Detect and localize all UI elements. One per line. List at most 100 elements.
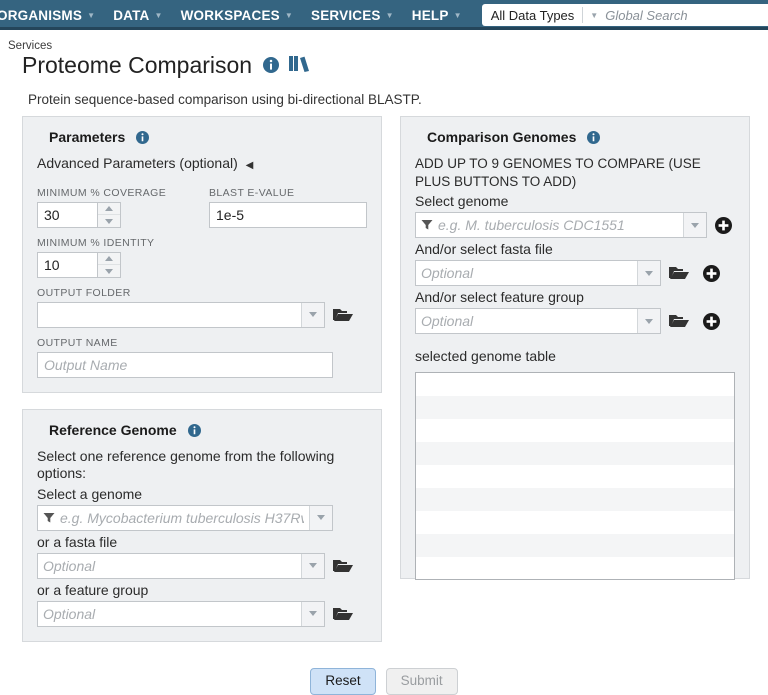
title-icons: [263, 55, 310, 77]
browse-folder-icon[interactable]: [333, 307, 353, 323]
comparison-fasta-combo[interactable]: [415, 260, 661, 287]
comparison-genome-combo[interactable]: [415, 212, 707, 239]
chevron-down-icon[interactable]: [637, 309, 660, 334]
chevron-down-icon[interactable]: [301, 601, 324, 626]
info-icon[interactable]: [129, 129, 150, 145]
min-coverage-stepper[interactable]: [37, 201, 121, 228]
table-row[interactable]: [416, 396, 734, 420]
search-input[interactable]: [605, 7, 768, 23]
comparison-genome-row: [415, 212, 735, 239]
output-folder-label: OUTPUT FOLDER: [37, 286, 131, 299]
submit-button[interactable]: Submit: [385, 667, 458, 695]
nav-item-services[interactable]: SERVICES ▼: [302, 8, 403, 23]
nav-item-organisms[interactable]: ORGANISMS ▼: [0, 8, 104, 23]
chevron-down-icon[interactable]: [683, 213, 706, 238]
table-row[interactable]: [416, 557, 734, 580]
table-row[interactable]: [416, 511, 734, 535]
reference-fasta-row: [37, 552, 367, 579]
table-row[interactable]: [416, 534, 734, 558]
stepper-down-button[interactable]: [98, 215, 120, 227]
min-coverage-input[interactable]: [37, 201, 97, 228]
comparison-feature-group-combo[interactable]: [415, 308, 661, 335]
info-icon[interactable]: [181, 422, 201, 438]
selected-genome-table[interactable]: [415, 372, 735, 581]
browse-folder-icon[interactable]: [669, 313, 689, 329]
reference-fasta-combo[interactable]: [37, 552, 325, 579]
triangle-left-icon: ◀: [245, 160, 254, 172]
min-identity-input[interactable]: [37, 251, 97, 278]
nav-item-help[interactable]: HELP ▼: [403, 8, 471, 23]
output-folder-input[interactable]: [38, 302, 301, 327]
form-actions: Reset Submit: [0, 667, 768, 695]
reference-genome-combo[interactable]: [37, 504, 333, 531]
nav-item-data[interactable]: DATA ▼: [104, 8, 171, 23]
output-name-input[interactable]: [37, 351, 333, 378]
reference-genome-input[interactable]: [55, 505, 309, 530]
comparison-genome-input[interactable]: [433, 213, 683, 238]
right-column: Comparison Genomes ADD UP TO 9 GENOMES T…: [400, 116, 750, 642]
books-icon[interactable]: [289, 55, 310, 77]
parameters-title-text: Parameters: [49, 129, 126, 146]
min-identity-stepper[interactable]: [37, 251, 121, 278]
parameters-panel-title: Parameters: [37, 129, 367, 145]
parameters-panel: Parameters Advanced Parameters (optional…: [22, 116, 382, 393]
browse-folder-icon[interactable]: [333, 606, 353, 622]
nav-menu: ORGANISMS ▼ DATA ▼ WORKSPACES ▼ SERVICES…: [0, 8, 471, 23]
chevron-down-icon: ▼: [284, 10, 293, 20]
search-data-type-label[interactable]: All Data Types: [482, 8, 583, 23]
chevron-down-icon: ▼: [385, 10, 394, 20]
add-genome-button[interactable]: [715, 216, 732, 234]
reference-feature-group-input[interactable]: [38, 601, 301, 626]
reference-fasta-input[interactable]: [38, 553, 301, 578]
add-fasta-button[interactable]: [703, 264, 720, 282]
chevron-down-icon[interactable]: [637, 261, 660, 286]
table-row[interactable]: [416, 419, 734, 443]
global-search-bar: All Data Types ▼: [481, 4, 768, 26]
nav-item-workspaces[interactable]: WORKSPACES ▼: [172, 8, 302, 23]
chevron-down-icon[interactable]: [301, 302, 324, 327]
chevron-down-icon[interactable]: [309, 505, 332, 530]
comparison-fasta-input[interactable]: [416, 261, 637, 286]
table-row[interactable]: [416, 373, 734, 397]
nav-item-label: DATA: [113, 7, 150, 23]
blast-evalue-label: BLAST E-VALUE: [209, 186, 295, 199]
table-row[interactable]: [416, 465, 734, 489]
stepper-buttons: [97, 251, 121, 278]
page-title: Proteome Comparison: [22, 52, 253, 78]
chevron-down-icon: ▼: [87, 10, 96, 20]
advanced-parameters-toggle[interactable]: Advanced Parameters (optional) ◀: [37, 155, 367, 173]
info-icon[interactable]: [263, 56, 280, 75]
browse-folder-icon[interactable]: [333, 558, 353, 574]
comparison-feature-group-row: [415, 308, 735, 335]
form-columns: Parameters Advanced Parameters (optional…: [0, 116, 768, 642]
stepper-down-button[interactable]: [98, 265, 120, 277]
comparison-select-genome-label: Select genome: [415, 193, 509, 210]
nav-item-label: HELP: [411, 7, 449, 23]
info-icon[interactable]: [580, 129, 601, 145]
chevron-down-icon[interactable]: [301, 553, 324, 578]
title-row: Proteome Comparison: [8, 52, 768, 78]
blast-evalue-input[interactable]: [209, 201, 367, 228]
chevron-down-icon: ▼: [154, 10, 163, 20]
comparison-fasta-row: [415, 260, 735, 287]
comparison-feature-group-input[interactable]: [416, 309, 637, 334]
add-feature-group-button[interactable]: [703, 312, 720, 330]
comparison-genomes-panel-title: Comparison Genomes: [415, 129, 735, 145]
browse-folder-icon[interactable]: [669, 265, 689, 281]
stepper-up-button[interactable]: [98, 253, 120, 266]
reference-feature-group-combo[interactable]: [37, 600, 325, 627]
reference-feature-group-row: [37, 600, 367, 627]
reference-fasta-label: or a fasta file: [37, 533, 118, 550]
output-folder-combo[interactable]: [37, 301, 325, 328]
table-row[interactable]: [416, 488, 734, 512]
comparison-genomes-title-text: Comparison Genomes: [427, 129, 577, 146]
reference-genome-panel-title: Reference Genome: [37, 422, 367, 438]
search-type-chevron-down-icon[interactable]: ▼: [583, 11, 605, 20]
stepper-up-button[interactable]: [98, 203, 120, 216]
table-row[interactable]: [416, 442, 734, 466]
filter-icon: [38, 506, 55, 530]
reset-button[interactable]: Reset: [310, 667, 376, 695]
stepper-buttons: [97, 201, 121, 228]
breadcrumb[interactable]: Services: [8, 40, 768, 52]
page-subtitle: Protein sequence-based comparison using …: [28, 92, 422, 108]
